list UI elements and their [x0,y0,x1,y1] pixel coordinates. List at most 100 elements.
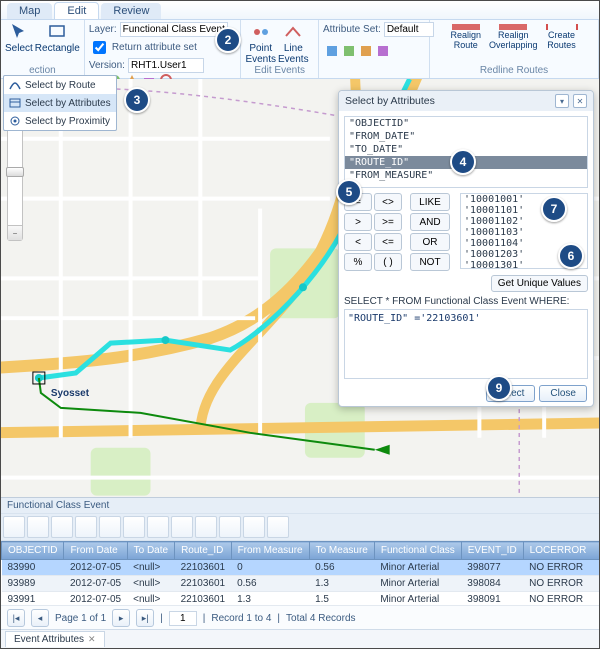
step-badge-6: 6 [558,243,584,269]
where-clause-input[interactable]: "ROUTE_ID" ='22103601' [344,309,588,379]
get-unique-values-button[interactable]: Get Unique Values [491,275,588,292]
pager-first[interactable]: |◂ [7,609,25,627]
column-header[interactable]: From Date [64,542,127,560]
route-icon [8,78,22,92]
table-tool[interactable] [123,516,145,538]
line-events-icon [283,22,303,42]
point-events[interactable]: Point Events [245,22,276,65]
operator-button[interactable]: AND [410,213,450,231]
step-badge-4: 4 [450,149,476,175]
field-item[interactable]: "FROM_DATE" [345,130,587,143]
operator-grid: =<>LIKE>>=AND<<=OR%( )NOT [344,193,450,271]
dialog-close-button[interactable]: Close [539,385,587,402]
table-tool[interactable] [195,516,217,538]
column-header[interactable]: Functional Class [374,542,461,560]
column-header[interactable]: LOCERROR [523,542,599,560]
table-tool[interactable] [3,516,25,538]
redline-icon [499,24,527,30]
select-by-attributes-dialog: Select by Attributes ▾ ✕ "OBJECTID""FROM… [338,90,594,407]
realign-route[interactable]: Realign Route [450,24,481,50]
create-routes[interactable]: Create Routes [546,24,578,50]
mini-attr-3[interactable] [359,44,373,58]
pager-records: Record 1 to 4 [211,613,271,624]
column-header[interactable]: OBJECTID [2,542,64,560]
attrset-field[interactable] [384,22,434,37]
table-tool[interactable] [219,516,241,538]
operator-button[interactable]: > [344,213,372,231]
attributes-icon [8,96,22,110]
table-tool[interactable] [75,516,97,538]
select-tool[interactable]: Select [5,22,33,54]
zoom-thumb[interactable] [6,167,24,177]
layer-label: Layer: [89,24,117,35]
table-grid[interactable]: OBJECTIDFrom DateTo DateRoute_IDFrom Mea… [1,541,599,605]
table-tool[interactable] [267,516,289,538]
column-header[interactable]: To Date [127,542,174,560]
table-tool[interactable] [51,516,73,538]
table-row[interactable]: 939892012-07-05<null>221036010.561.3Mino… [2,576,600,592]
operator-button[interactable]: % [344,253,372,271]
dialog-close-icon[interactable]: ✕ [573,94,587,108]
event-attributes-tab[interactable]: Event Attributes✕ [5,631,105,647]
version-label: Version: [89,60,125,71]
attribute-table[interactable]: OBJECTIDFrom DateTo DateRoute_IDFrom Mea… [1,541,599,605]
operator-button[interactable]: LIKE [410,193,450,211]
return-attr-check[interactable] [93,41,106,54]
select-by-attributes[interactable]: Select by Attributes [4,94,116,112]
layer-field[interactable] [120,22,228,37]
close-icon[interactable]: ✕ [88,634,96,645]
dialog-header[interactable]: Select by Attributes ▾ ✕ [339,91,593,111]
value-item[interactable]: '10001102' [461,216,587,227]
step-badge-9: 9 [486,375,512,401]
operator-button[interactable]: NOT [410,253,450,271]
table-row[interactable]: 839902012-07-05<null>2210360100.56Minor … [2,560,600,576]
operator-button[interactable]: OR [410,233,450,251]
table-title: Functional Class Event [1,498,599,513]
select-by-route[interactable]: Select by Route [4,76,116,94]
rectangle-select[interactable]: Rectangle [35,22,80,54]
pager-prev[interactable]: ◂ [31,609,49,627]
redline-icon [452,24,480,30]
mini-attr-1[interactable] [325,44,339,58]
operator-button[interactable]: <> [374,193,402,211]
operator-button[interactable]: ( ) [374,253,402,271]
operator-button[interactable]: >= [374,213,402,231]
table-tool[interactable] [147,516,169,538]
mini-attr-4[interactable] [376,44,390,58]
rectangle-icon [47,22,67,42]
table-pager: |◂ ◂ Page 1 of 1 ▸ ▸| | | Record 1 to 4 … [1,605,599,630]
version-field[interactable] [128,58,204,73]
table-tool[interactable] [171,516,193,538]
pager-last[interactable]: ▸| [136,609,154,627]
pager-total: Total 4 Records [286,613,355,624]
line-events[interactable]: Line Events [278,22,309,65]
pager-page-input[interactable] [169,611,197,626]
table-tool[interactable] [243,516,265,538]
table-row[interactable]: 939912012-07-05<null>221036011.31.5Minor… [2,592,600,606]
tab-edit[interactable]: Edit [54,2,99,19]
column-header[interactable]: To Measure [309,542,374,560]
column-header[interactable]: Route_ID [175,542,232,560]
field-item[interactable]: "OBJECTID" [345,117,587,130]
value-item[interactable]: '10001101' [461,205,587,216]
pager-next[interactable]: ▸ [112,609,130,627]
select-statement-label: SELECT * FROM Functional Class Event WHE… [344,296,588,307]
operator-button[interactable]: <= [374,233,402,251]
table-tool[interactable] [27,516,49,538]
dialog-help-icon[interactable]: ▾ [555,94,569,108]
group-redline-title: Redline Routes [434,65,594,76]
operator-button[interactable]: < [344,233,372,251]
value-item[interactable]: '10001103' [461,227,587,238]
select-by-proximity[interactable]: Select by Proximity [4,112,116,130]
step-badge-3: 3 [124,87,150,113]
tab-review[interactable]: Review [101,3,161,19]
zoom-out-button[interactable]: − [8,225,22,240]
column-header[interactable]: From Measure [231,542,309,560]
value-item[interactable]: '10001001' [461,194,587,205]
mini-attr-2[interactable] [342,44,356,58]
column-header[interactable]: EVENT_ID [461,542,523,560]
table-tool[interactable] [99,516,121,538]
point-events-icon [251,22,271,42]
tab-map[interactable]: Map [7,3,52,19]
realign-overlapping[interactable]: Realign Overlapping [489,24,538,50]
